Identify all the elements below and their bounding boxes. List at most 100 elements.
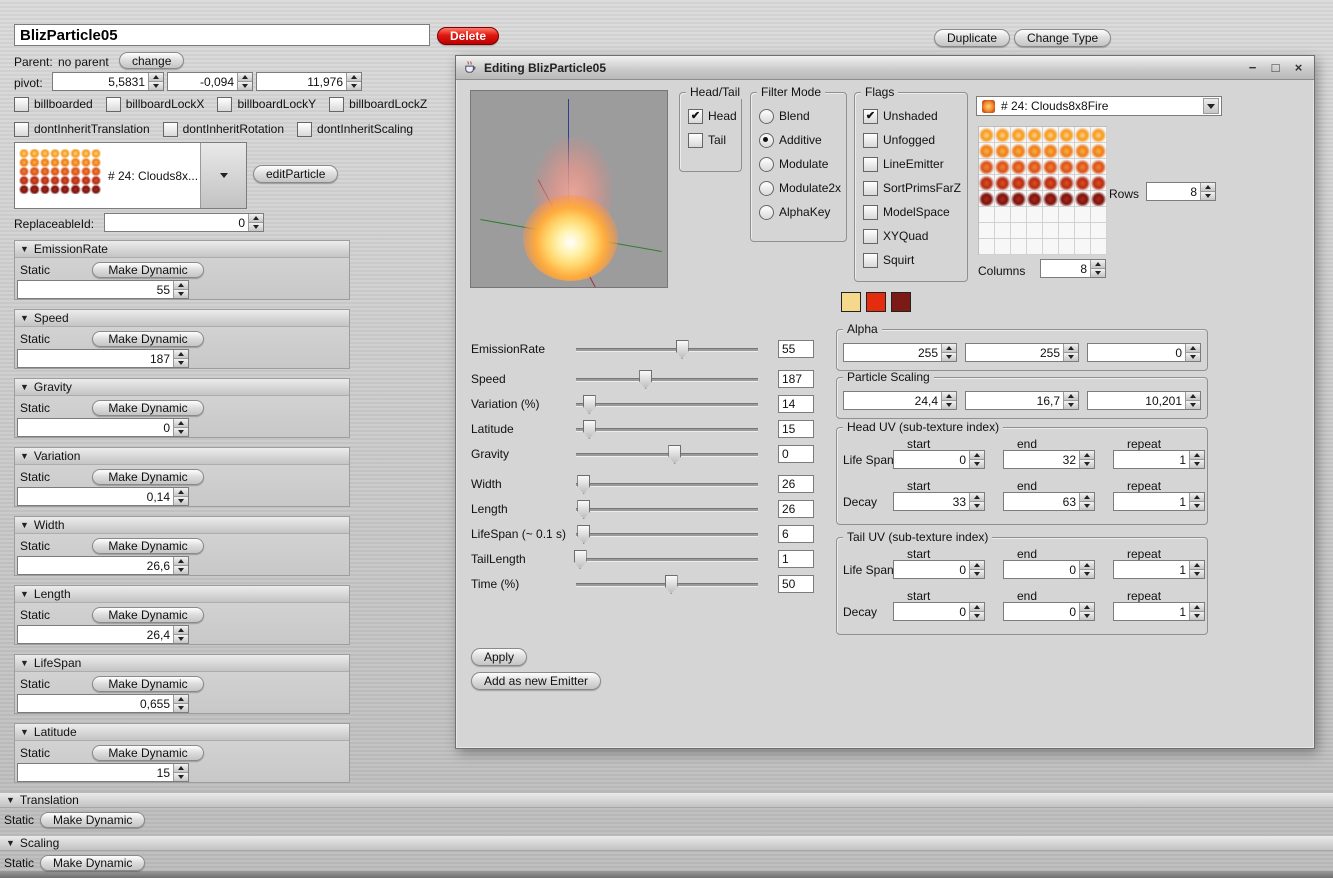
checkbox-dontInheritTranslation-checkbox[interactable] bbox=[14, 121, 29, 137]
pivot-x-spinner-increment-button[interactable] bbox=[149, 73, 163, 82]
section-emissionrate-spinner-decrement-button[interactable] bbox=[174, 290, 188, 298]
color-swatch-1[interactable] bbox=[866, 292, 886, 312]
checkbox-billboardLockY[interactable]: billboardLockY bbox=[217, 96, 316, 112]
headtail-tail[interactable]: Tail bbox=[688, 132, 739, 148]
slider-5[interactable] bbox=[576, 474, 758, 494]
tail-uv-decay-repeat-spinner-decrement-button[interactable] bbox=[1190, 612, 1204, 620]
slider-8[interactable] bbox=[573, 549, 758, 569]
pivot-x-spinner[interactable]: 5,5831 bbox=[52, 72, 164, 91]
flag-modelspace[interactable]: ModelSpace bbox=[863, 204, 965, 220]
rows-spinner[interactable]: 8 bbox=[1146, 182, 1216, 201]
section-speed-spinner-decrement-button[interactable] bbox=[174, 359, 188, 367]
close-icon[interactable]: × bbox=[1290, 60, 1307, 75]
section-header-speed[interactable]: ▼ Speed bbox=[15, 310, 349, 327]
edit-particle-button[interactable]: editParticle bbox=[253, 165, 339, 183]
flag-sortprimsfarz[interactable]: SortPrimsFarZ bbox=[863, 180, 965, 196]
slider-thumb[interactable] bbox=[577, 475, 591, 494]
section-gravity-spinner[interactable]: 0 bbox=[17, 418, 189, 437]
change-parent-button[interactable]: change bbox=[119, 52, 185, 69]
slider-9[interactable] bbox=[576, 574, 758, 594]
section-header-lifespan[interactable]: ▼ LifeSpan bbox=[15, 655, 349, 672]
headtail-head-checkbox[interactable]: ✔ bbox=[688, 108, 703, 124]
section-emissionrate-spinner-increment-button[interactable] bbox=[174, 281, 188, 290]
section-gravity-spinner-increment-button[interactable] bbox=[174, 419, 188, 428]
headtail-head[interactable]: ✔ Head bbox=[688, 108, 739, 124]
section-width-spinner-decrement-button[interactable] bbox=[174, 566, 188, 574]
add-emitter-button[interactable]: Add as new Emitter bbox=[471, 672, 602, 690]
flag-squirt[interactable]: Squirt bbox=[863, 252, 965, 268]
section-header-latitude[interactable]: ▼ Latitude bbox=[15, 724, 349, 741]
flag-unfogged-checkbox[interactable] bbox=[863, 132, 878, 148]
checkbox-billboarded-checkbox[interactable] bbox=[14, 96, 29, 112]
tail-uv-decay-start-spinner-increment-button[interactable] bbox=[970, 603, 984, 612]
slider-7[interactable] bbox=[576, 524, 758, 544]
section-speed-spinner[interactable]: 187 bbox=[17, 349, 189, 368]
section-width-spinner[interactable]: 26,6 bbox=[17, 556, 189, 575]
checkbox-dontInheritRotation[interactable]: dontInheritRotation bbox=[162, 121, 284, 137]
section-header-gravity[interactable]: ▼ Gravity bbox=[15, 379, 349, 396]
particle-preview-viewport[interactable] bbox=[470, 90, 668, 288]
checkbox-dontInheritTranslation[interactable]: dontInheritTranslation bbox=[14, 121, 150, 137]
pivot-y-spinner-decrement-button[interactable] bbox=[238, 82, 252, 90]
make-dynamic-button[interactable]: Make Dynamic bbox=[92, 469, 204, 485]
section-header-length[interactable]: ▼ Length bbox=[15, 586, 349, 603]
flag-lineemitter[interactable]: LineEmitter bbox=[863, 156, 965, 172]
slider-6[interactable] bbox=[576, 499, 758, 519]
flag-squirt-checkbox[interactable] bbox=[863, 252, 878, 268]
slider-3[interactable] bbox=[576, 419, 758, 439]
maximize-icon[interactable]: □ bbox=[1267, 60, 1284, 75]
section-header-emissionrate[interactable]: ▼ EmissionRate bbox=[15, 241, 349, 258]
section-speed-spinner-increment-button[interactable] bbox=[174, 350, 188, 359]
rows-spinner-decrement-button[interactable] bbox=[1201, 192, 1215, 200]
checkbox-dontInheritScaling-checkbox[interactable] bbox=[297, 121, 313, 137]
flag-modelspace-checkbox[interactable] bbox=[863, 204, 878, 220]
filter-additive[interactable]: Additive bbox=[759, 132, 844, 148]
particle-name-input[interactable] bbox=[14, 24, 430, 46]
section-lifespan-spinner-increment-button[interactable] bbox=[174, 695, 188, 704]
pivot-y-spinner[interactable]: -0,094 bbox=[167, 72, 253, 91]
section-latitude-spinner[interactable]: 15 bbox=[17, 763, 189, 782]
columns-spinner-increment-button[interactable] bbox=[1091, 260, 1105, 269]
pivot-y-spinner-increment-button[interactable] bbox=[238, 73, 252, 82]
texture-combobox[interactable]: # 24: Clouds8x... bbox=[14, 142, 247, 209]
make-dynamic-button[interactable]: Make Dynamic bbox=[92, 607, 204, 623]
checkbox-billboardLockZ-checkbox[interactable] bbox=[329, 96, 345, 112]
slider-thumb[interactable] bbox=[639, 370, 653, 389]
slider-thumb[interactable] bbox=[582, 420, 596, 439]
slider-thumb[interactable] bbox=[573, 550, 587, 569]
flag-sortprimsfarz-checkbox[interactable] bbox=[863, 180, 878, 196]
slider-4[interactable] bbox=[576, 444, 758, 464]
dialog-titlebar[interactable]: Editing BlizParticle05 − □ × bbox=[456, 56, 1314, 80]
filter-modulate[interactable]: Modulate bbox=[759, 156, 844, 172]
section-variation-spinner[interactable]: 0,14 bbox=[17, 487, 189, 506]
filter-additive-radio[interactable] bbox=[759, 132, 774, 148]
section-length-spinner-decrement-button[interactable] bbox=[174, 635, 188, 643]
filter-alphakey-radio[interactable] bbox=[759, 204, 774, 220]
duplicate-button[interactable]: Duplicate bbox=[934, 29, 1011, 47]
minimize-icon[interactable]: − bbox=[1244, 60, 1261, 75]
section-header-translation[interactable]: ▼ Translation bbox=[0, 792, 1333, 808]
filter-modulate2x[interactable]: Modulate2x bbox=[759, 180, 844, 196]
slider-thumb[interactable] bbox=[664, 575, 678, 594]
replaceable-id-spinner-decrement-button[interactable] bbox=[249, 223, 263, 231]
checkbox-dontInheritRotation-checkbox[interactable] bbox=[162, 121, 178, 137]
slider-1[interactable] bbox=[576, 369, 758, 389]
tail-uv-decay-repeat-spinner-increment-button[interactable] bbox=[1190, 603, 1204, 612]
checkbox-billboardLockY-checkbox[interactable] bbox=[217, 96, 233, 112]
section-gravity-spinner-decrement-button[interactable] bbox=[174, 428, 188, 436]
checkbox-billboardLockX[interactable]: billboardLockX bbox=[105, 96, 204, 112]
filter-modulate2x-radio[interactable] bbox=[759, 180, 774, 196]
texture-combo-dropdown-button[interactable] bbox=[200, 143, 246, 208]
section-header-variation[interactable]: ▼ Variation bbox=[15, 448, 349, 465]
columns-spinner[interactable]: 8 bbox=[1040, 259, 1106, 278]
slider-thumb[interactable] bbox=[582, 395, 596, 414]
slider-0[interactable] bbox=[576, 339, 758, 359]
section-header-width[interactable]: ▼ Width bbox=[15, 517, 349, 534]
filter-blend[interactable]: Blend bbox=[759, 108, 844, 124]
make-dynamic-button[interactable]: Make Dynamic bbox=[40, 855, 146, 871]
rows-spinner-increment-button[interactable] bbox=[1201, 183, 1215, 192]
slider-2[interactable] bbox=[576, 394, 758, 414]
checkbox-billboardLockZ[interactable]: billboardLockZ bbox=[329, 96, 427, 112]
section-length-spinner[interactable]: 26,4 bbox=[17, 625, 189, 644]
filter-alphakey[interactable]: AlphaKey bbox=[759, 204, 844, 220]
